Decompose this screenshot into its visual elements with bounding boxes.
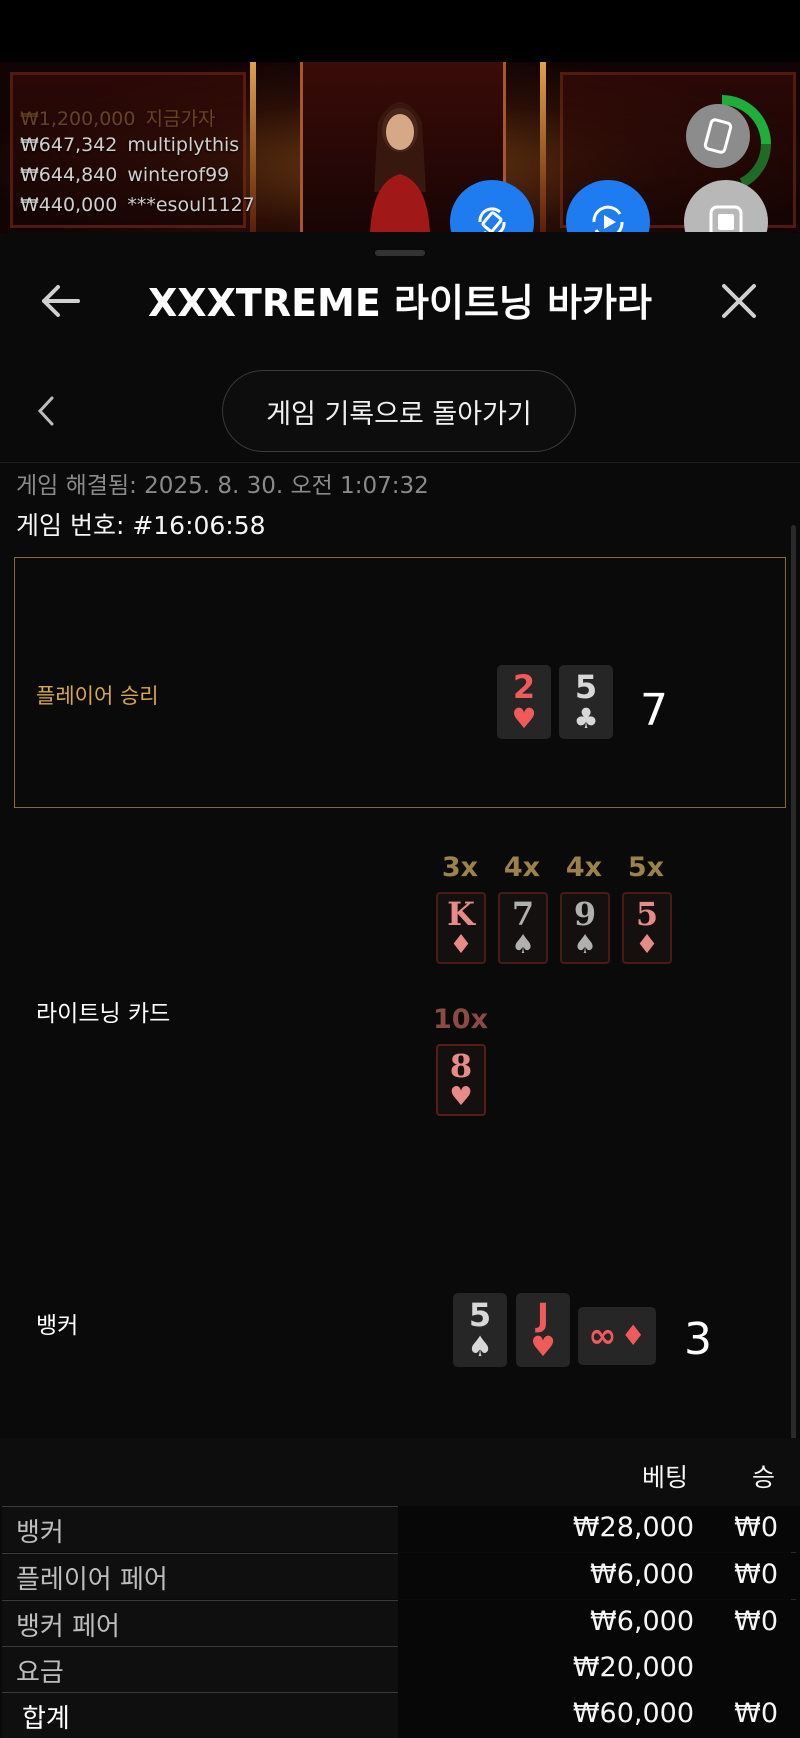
phone-icon — [703, 118, 733, 154]
chevron-left-icon[interactable] — [34, 394, 58, 428]
lightning-multiplier: 4x — [503, 852, 541, 883]
table-row: 요금 ₩20,000 — [0, 1646, 800, 1692]
leaderboard-row: ₩440,000 ***esoul1127 — [20, 194, 255, 216]
leaderboard-row: ₩647,342 multiplythis — [20, 134, 240, 156]
close-icon[interactable] — [716, 278, 762, 324]
player-card: 2 ♥ — [497, 665, 551, 739]
divider — [0, 462, 800, 463]
table-row: 플레이어 페어 ₩6,000 ₩0 — [0, 1553, 800, 1599]
table-total-row: 합계 ₩60,000 ₩0 — [0, 1692, 800, 1738]
table-row: 뱅커 ₩28,000 ₩0 — [0, 1506, 800, 1552]
decor-stripe — [540, 62, 546, 234]
leaderboard-row: ₩1,200,000 지금가자 — [20, 108, 216, 130]
game-resolved-time: 게임 해결됨: 2025. 8. 30. 오전 1:07:32 — [16, 473, 429, 499]
player-win-label: 플레이어 승리 — [36, 684, 159, 708]
lightning-card: 7 ♠ — [498, 892, 548, 964]
lightning-multiplier: 10x — [433, 1004, 488, 1035]
game-number: 게임 번호: #16:06:58 — [16, 511, 266, 540]
phone-mode-button[interactable] — [686, 104, 750, 168]
status-bar — [0, 0, 800, 62]
lightning-card: 5 ♦ — [622, 892, 672, 964]
banker-card: J ♥ — [516, 1293, 570, 1367]
lightning-multiplier: 3x — [441, 852, 479, 883]
leaderboard-row: ₩644,840 winterof99 — [20, 164, 230, 186]
banker-label: 뱅커 — [36, 1313, 79, 1339]
lightning-card: 8 ♥ — [436, 1044, 486, 1116]
lightning-card: K ♦ — [436, 892, 486, 964]
player-score: 7 — [640, 685, 668, 736]
lightning-cards-label: 라이트닝 카드 — [36, 1001, 171, 1027]
dealer-image — [370, 102, 430, 234]
banker-extra-card: ∞ ♦ — [578, 1307, 656, 1365]
back-to-history-button[interactable]: 게임 기록으로 돌아가기 — [222, 370, 576, 452]
lightning-multiplier: 5x — [627, 852, 665, 883]
sheet-grab-handle[interactable] — [375, 250, 425, 256]
table-row: 뱅커 페어 ₩6,000 ₩0 — [0, 1600, 800, 1646]
player-card: 5 ♣ — [559, 665, 613, 739]
lightning-multiplier: 4x — [565, 852, 603, 883]
back-arrow-icon[interactable] — [38, 278, 84, 324]
column-header-win: 승 — [752, 1463, 776, 1492]
banker-score: 3 — [684, 1314, 712, 1365]
banker-card: 5 ♠ — [453, 1293, 507, 1367]
column-header-bet: 베팅 — [642, 1463, 689, 1492]
page-title: XXXTREME 라이트닝 바카라 — [148, 281, 652, 325]
lightning-card: 9 ♠ — [560, 892, 610, 964]
